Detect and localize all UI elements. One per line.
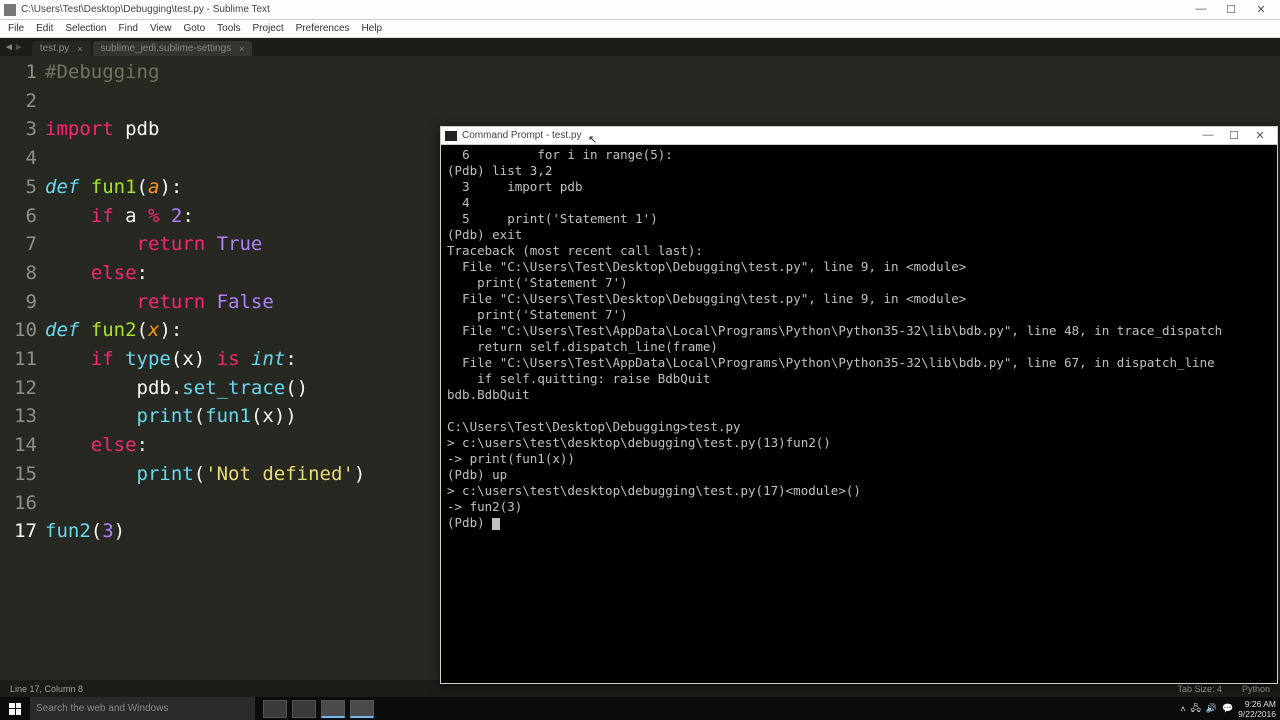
minimize-button[interactable]: —: [1186, 3, 1216, 16]
system-tray: ˄ 🖧 🔊 💬 9:26 AM 9/22/2016: [1180, 699, 1280, 719]
sublime-app-icon: [4, 4, 16, 16]
tray-network-icon[interactable]: 🖧: [1191, 701, 1201, 717]
tray-clock[interactable]: 9:26 AM 9/22/2016: [1238, 699, 1276, 719]
cmd-window: Command Prompt - test.py ↖ — ☐ ✕ 6 for i…: [440, 126, 1278, 684]
tab-sublime-jedi-settings[interactable]: sublime_jedi.sublime-settings ×: [93, 41, 253, 56]
menu-item[interactable]: File: [8, 23, 24, 34]
tray-notifications-icon[interactable]: 💬: [1222, 703, 1233, 714]
search-placeholder: Search the web and Windows: [36, 703, 168, 714]
minimize-button[interactable]: —: [1195, 129, 1221, 142]
cmd-output[interactable]: 6 for i in range(5): (Pdb) list 3,2 3 im…: [441, 145, 1277, 533]
sublime-tabbar: ◄ ► test.py × sublime_jedi.sublime-setti…: [0, 38, 1280, 56]
close-button[interactable]: ✕: [1246, 3, 1276, 16]
menu-item[interactable]: Tools: [217, 23, 240, 34]
tray-volume-icon[interactable]: 🔊: [1206, 703, 1217, 714]
maximize-button[interactable]: ☐: [1221, 129, 1247, 142]
cmd-taskbar-icon[interactable]: [350, 700, 374, 718]
tab-test-py[interactable]: test.py ×: [32, 41, 91, 56]
cmd-app-icon: [445, 131, 457, 141]
menu-item[interactable]: Project: [253, 23, 284, 34]
menu-item[interactable]: Goto: [183, 23, 205, 34]
maximize-button[interactable]: ☐: [1216, 3, 1246, 16]
close-icon[interactable]: ×: [239, 44, 244, 54]
windows-taskbar: Search the web and Windows ˄ 🖧 🔊 💬 9:26 …: [0, 697, 1280, 720]
task-view-icon[interactable]: [263, 700, 287, 718]
taskbar-apps: [263, 700, 374, 718]
sublime-menubar: File Edit Selection Find View Goto Tools…: [0, 20, 1280, 38]
close-icon[interactable]: ×: [77, 44, 82, 54]
menu-item[interactable]: View: [150, 23, 172, 34]
start-button[interactable]: [0, 697, 30, 720]
status-language[interactable]: Python: [1242, 684, 1270, 694]
tray-time: 9:26 AM: [1238, 699, 1276, 709]
taskbar-search[interactable]: Search the web and Windows: [30, 697, 255, 720]
menu-item[interactable]: Help: [362, 23, 383, 34]
cmd-title-text: Command Prompt - test.py: [462, 130, 581, 141]
status-line-col[interactable]: Line 17, Column 8: [10, 684, 83, 694]
nav-back-icon[interactable]: ◄: [4, 42, 14, 53]
sublime-titlebar[interactable]: C:\Users\Test\Desktop\Debugging\test.py …: [0, 0, 1280, 20]
line-numbers: 1234567891011121314151617: [0, 56, 45, 676]
file-explorer-icon[interactable]: [292, 700, 316, 718]
tab-label: sublime_jedi.sublime-settings: [101, 43, 232, 54]
tray-date: 9/22/2016: [1238, 709, 1276, 719]
nav-forward-icon[interactable]: ►: [14, 42, 24, 53]
sublime-taskbar-icon[interactable]: [321, 700, 345, 718]
sublime-title-text: C:\Users\Test\Desktop\Debugging\test.py …: [21, 4, 270, 15]
cmd-titlebar[interactable]: Command Prompt - test.py ↖ — ☐ ✕: [441, 127, 1277, 145]
menu-item[interactable]: Edit: [36, 23, 53, 34]
windows-logo-icon: [9, 703, 21, 715]
tray-chevron-icon[interactable]: ˄: [1180, 704, 1185, 714]
tab-label: test.py: [40, 43, 69, 54]
menu-item[interactable]: Preferences: [296, 23, 350, 34]
menu-item[interactable]: Selection: [65, 23, 106, 34]
menu-item[interactable]: Find: [119, 23, 138, 34]
status-tab-size[interactable]: Tab Size: 4: [1177, 684, 1222, 694]
close-button[interactable]: ✕: [1247, 129, 1273, 142]
